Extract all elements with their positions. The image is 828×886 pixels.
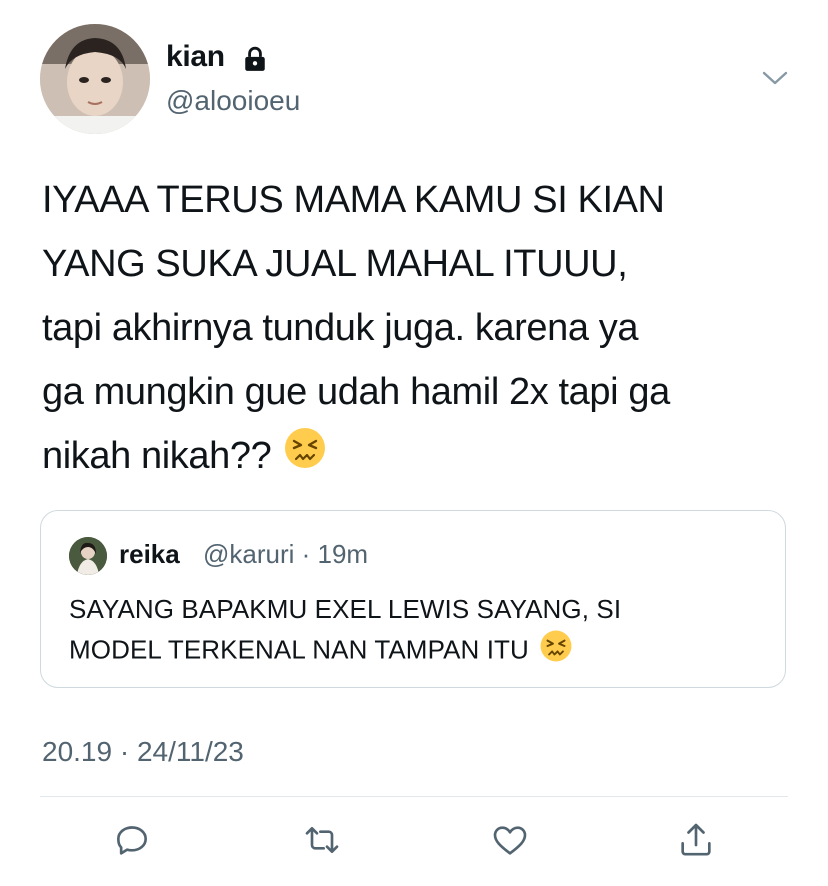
quoted-display-name: reika (119, 539, 180, 569)
tweet-text-last: nikah nikah?? (42, 435, 272, 477)
quoted-text: SAYANG BAPAKMU EXEL LEWIS SAYANG, SI MOD… (69, 589, 769, 674)
tweet-text-line: ga mungkin gue udah hamil 2x tapi ga (42, 371, 670, 413)
heart-icon (493, 826, 527, 855)
like-button[interactable] (490, 820, 530, 860)
tweet-text-line: IYAAA TERUS MAMA KAMU SI KIAN (42, 179, 665, 221)
persevering-face-icon (539, 629, 573, 674)
tweet-text-line: tapi akhirnya tunduk juga. karena ya (42, 307, 639, 349)
divider (40, 796, 788, 797)
lock-icon (242, 46, 268, 77)
persevering-face-icon (283, 426, 327, 490)
tweet-text-line: nikah nikah?? (42, 424, 802, 490)
user-handle[interactable]: @alooioeu (166, 85, 300, 117)
quoted-text-last: MODEL TERKENAL NAN TAMPAN ITU (69, 634, 529, 665)
reply-button[interactable] (112, 820, 152, 860)
avatar-photo (40, 24, 150, 134)
quoted-text-line: MODEL TERKENAL NAN TAMPAN ITU (69, 629, 769, 674)
avatar[interactable] (40, 24, 150, 134)
quoted-tweet[interactable]: reika @karuri · 19m SAYANG BAPAKMU EXEL … (40, 510, 786, 688)
retweet-icon (305, 827, 339, 853)
tweet-timestamp[interactable]: 20.19 · 24/11/23 (42, 736, 244, 768)
reply-icon (117, 826, 147, 855)
tweet-text-line: YANG SUKA JUAL MAHAL ITUUU, (42, 243, 628, 285)
retweet-button[interactable] (302, 820, 342, 860)
chevron-down-icon[interactable] (760, 66, 790, 95)
quoted-avatar (69, 537, 107, 575)
share-icon (681, 823, 711, 856)
display-name[interactable]: kian (166, 40, 225, 74)
tweet-text: IYAAA TERUS MAMA KAMU SI KIAN YANG SUKA … (42, 168, 802, 490)
share-button[interactable] (676, 820, 716, 860)
quoted-text-line: SAYANG BAPAKMU EXEL LEWIS SAYANG, SI (69, 594, 622, 624)
quoted-handle-time: @karuri · 19m (203, 539, 369, 569)
